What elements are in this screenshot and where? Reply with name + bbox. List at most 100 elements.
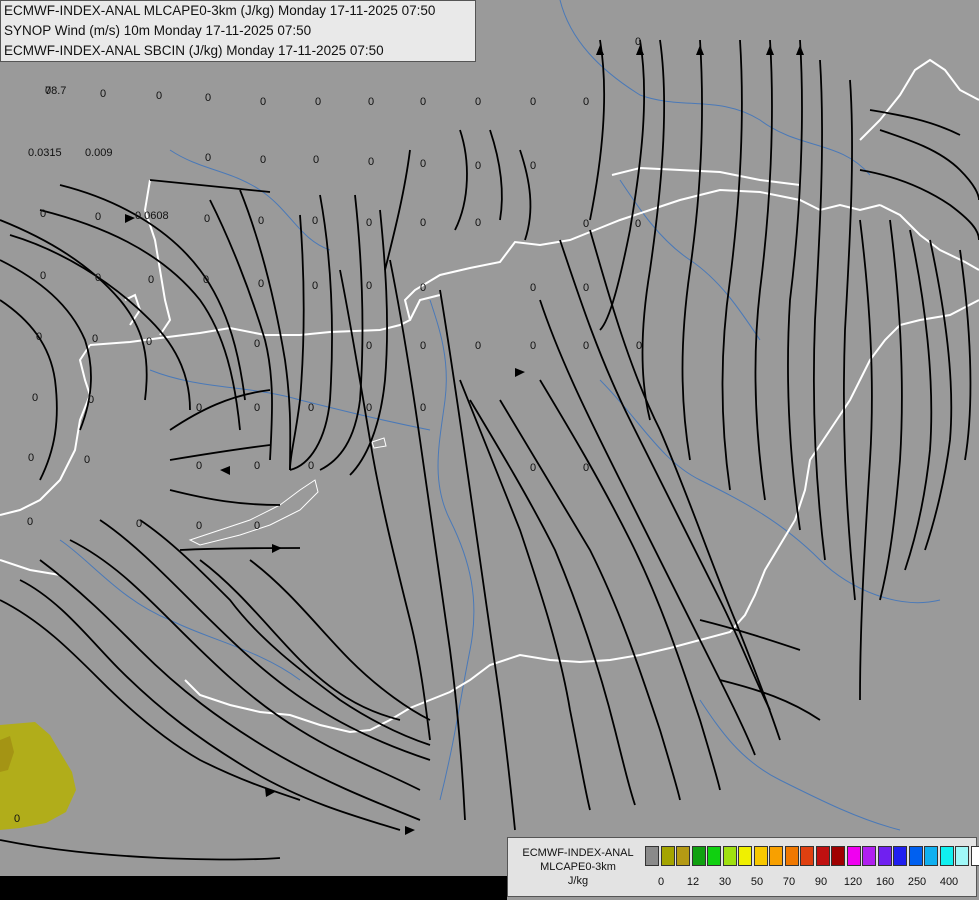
map-value-v26: 0 xyxy=(95,211,102,223)
map-value-v18: 0 xyxy=(313,154,320,166)
legend-swatch xyxy=(815,846,830,866)
map-value-v48: 0 xyxy=(420,340,427,352)
map-value-v42: 0 xyxy=(583,282,590,294)
map-value-v28: 0 xyxy=(258,215,265,227)
map-value-v51: 0 xyxy=(583,340,590,352)
map-value-v20: 0 xyxy=(420,158,427,170)
legend-tick-label: 160 xyxy=(875,876,895,888)
legend-swatch xyxy=(660,846,675,866)
legend-swatch xyxy=(707,846,721,866)
map-value-v43: 0 xyxy=(36,331,43,343)
map-value-v9: 0 xyxy=(475,96,482,108)
map-value-v14: 0.009 xyxy=(85,147,113,159)
weather-map xyxy=(0,0,979,900)
legend-swatch xyxy=(970,846,979,866)
map-value-v63: 0 xyxy=(254,460,261,472)
legend-tick-label: 30 xyxy=(718,876,732,888)
legend-tick-label: 400 xyxy=(939,876,959,888)
map-value-v6: 0 xyxy=(315,96,322,108)
map-value-v3: 0 xyxy=(156,90,163,102)
map-value-v34: 0 xyxy=(95,272,102,284)
map-value-v57: 0 xyxy=(308,402,315,414)
header-line-wind: SYNOP Wind (m/s) 10m Monday 17-11-2025 0… xyxy=(4,23,312,38)
legend-tick-label: 12 xyxy=(686,876,700,888)
legend-swatch xyxy=(831,846,845,866)
map-value-v49: 0 xyxy=(475,340,482,352)
map-value-v31: 0 xyxy=(420,217,427,229)
map-value-v19: 0 xyxy=(368,156,375,168)
map-value-v21: 0 xyxy=(475,160,482,172)
map-value-v45: 0 xyxy=(146,336,153,348)
map-value-v59: 0 xyxy=(420,402,427,414)
map-value-v69: 0 xyxy=(196,520,203,532)
legend-swatch xyxy=(691,846,706,866)
legend-tick-label: 250 xyxy=(907,876,927,888)
bottom-band xyxy=(0,876,507,900)
legend-swatch xyxy=(939,846,954,866)
map-value-v41: 0 xyxy=(530,282,537,294)
legend-swatch xyxy=(800,846,814,866)
legend-swatch xyxy=(722,846,737,866)
map-value-v37: 0 xyxy=(258,278,265,290)
map-value-v56: 0 xyxy=(254,402,261,414)
map-value-v39: 0 xyxy=(366,280,373,292)
map-value-v2: 0 xyxy=(100,88,107,100)
legend-tick-label: 70 xyxy=(782,876,796,888)
legend-swatch xyxy=(769,846,783,866)
map-value-v53: 0 xyxy=(32,392,39,404)
legend-swatch xyxy=(784,846,799,866)
legend-swatch xyxy=(924,846,938,866)
map-value-v25: 0 xyxy=(40,208,47,220)
map-value-v30: 0 xyxy=(366,217,373,229)
map-value-v50: 0 xyxy=(530,340,537,352)
map-value-v65: 0 xyxy=(530,462,537,474)
map-value-v4: 0 xyxy=(205,92,212,104)
legend-swatch xyxy=(645,846,659,866)
header-line-cin: ECMWF-INDEX-ANAL SBCIN (J/kg) Monday 17-… xyxy=(4,43,384,58)
map-value-v11: 0 xyxy=(583,96,590,108)
legend-swatch xyxy=(862,846,876,866)
map-value-v72: 78.7 xyxy=(45,85,67,97)
map-background xyxy=(0,0,979,900)
header-line-cape: ECMWF-INDEX-ANAL MLCAPE0-3km (J/kg) Mond… xyxy=(4,3,436,18)
map-value-v70: 0 xyxy=(254,520,261,532)
map-value-v61: 0 xyxy=(84,454,91,466)
map-value-v66: 0 xyxy=(583,462,590,474)
legend: ECMWF-INDEX-ANAL MLCAPE0-3km J/kg 0 12 30 5… xyxy=(507,837,979,897)
legend-swatches xyxy=(645,846,979,866)
legend-title: ECMWF-INDEX-ANAL MLCAPE0-3km J/kg xyxy=(514,846,642,888)
map-value-v46: 0 xyxy=(254,338,261,350)
map-value-v52: 0 xyxy=(636,340,643,352)
map-value-v10: 0 xyxy=(530,96,537,108)
legend-swatch xyxy=(908,846,923,866)
map-value-v27: 0 xyxy=(204,213,211,225)
map-value-v7: 0 xyxy=(368,96,375,108)
legend-tick-label: 0 xyxy=(657,876,665,888)
map-value-v54: 0 xyxy=(88,394,95,406)
map-value-v58: 0 xyxy=(366,402,373,414)
map-value-v16: 0 xyxy=(205,152,212,164)
map-value-v64: 0 xyxy=(308,460,315,472)
map-value-v71: 0 xyxy=(14,813,21,825)
map-value-v17: 0 xyxy=(260,154,267,166)
legend-tick-label: 120 xyxy=(843,876,863,888)
map-value-v35: 0 xyxy=(148,274,155,286)
legend-swatch xyxy=(893,846,907,866)
map-value-v55: 0 xyxy=(196,402,203,414)
map-header: ECMWF-INDEX-ANAL MLCAPE0-3km (J/kg) Mond… xyxy=(0,0,476,62)
map-value-v67: 0 xyxy=(27,516,34,528)
legend-title-line2: MLCAPE0-3km xyxy=(540,861,616,873)
legend-swatch xyxy=(738,846,752,866)
legend-swatch xyxy=(676,846,690,866)
map-value-v29: 0 xyxy=(312,215,319,227)
map-value-v44: 0 xyxy=(92,333,99,345)
legend-ticks: 0 12 30 50 70 90 120 160 250 400 xyxy=(645,876,975,890)
legend-tick-label: 50 xyxy=(750,876,764,888)
map-value-v32: 0 xyxy=(475,217,482,229)
legend-tick-label: 90 xyxy=(814,876,828,888)
map-value-v5: 0 xyxy=(260,96,267,108)
legend-swatch xyxy=(846,846,861,866)
map-value-v13: 0.0315 xyxy=(28,147,62,159)
map-value-v15: 0.0608 xyxy=(135,210,169,222)
legend-swatch xyxy=(877,846,892,866)
